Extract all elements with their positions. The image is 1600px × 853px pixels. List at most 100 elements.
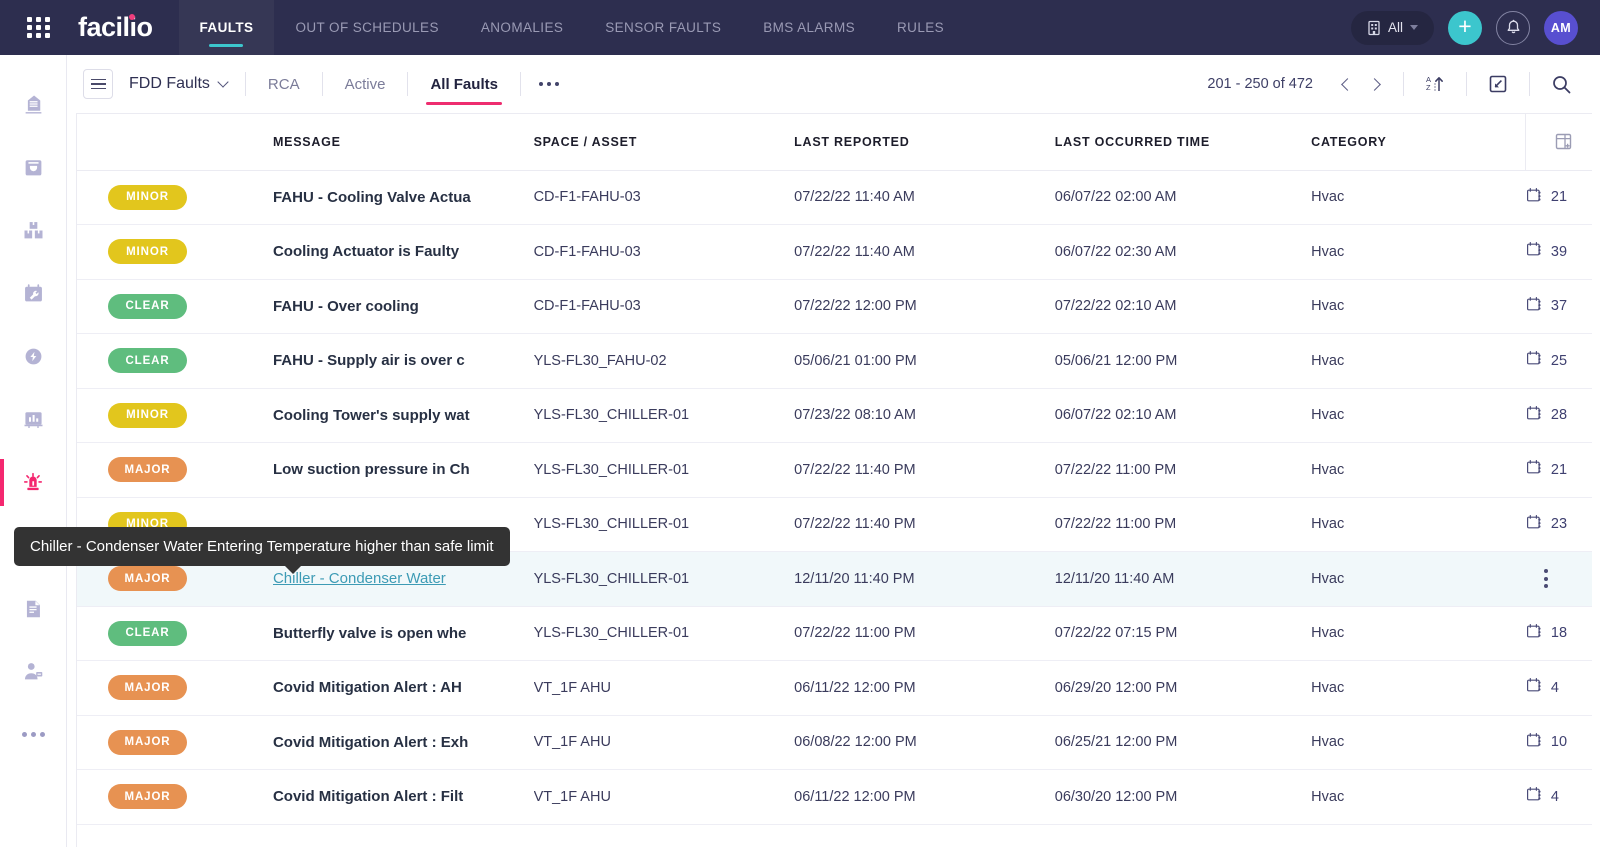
table-row[interactable]: MAJORCovid Mitigation Alert : AHVT_1F AH… <box>77 661 1600 716</box>
table-row[interactable]: MINORFAHU - Cooling Valve ActuaCD-F1-FAH… <box>77 170 1600 225</box>
message-text: Covid Mitigation Alert : Filt <box>273 788 463 805</box>
column-header-category[interactable]: CATEGORY <box>1311 114 1526 170</box>
sidebar-item-energy[interactable] <box>0 325 67 388</box>
site-selector[interactable]: All <box>1351 11 1434 45</box>
cell-space-asset: CD-F1-FAHU-03 <box>534 279 795 334</box>
divider <box>1529 72 1530 96</box>
table-row[interactable]: CLEARFAHU - Over coolingCD-F1-FAHU-0307/… <box>77 279 1600 334</box>
search-icon <box>1551 74 1572 95</box>
add-button[interactable]: + <box>1448 11 1482 45</box>
actions-wrapper: 23 <box>1526 514 1600 535</box>
calendar-event-icon <box>1526 296 1543 317</box>
cell-actions: 39 <box>1526 225 1600 280</box>
cell-last-reported: 12/11/20 11:40 PM <box>794 552 1055 607</box>
cell-space-asset: VT_1F AHU <box>534 661 795 716</box>
status-badge: MAJOR <box>108 566 187 591</box>
actions-wrapper: 4 <box>1526 786 1600 807</box>
add-column-button[interactable] <box>1526 114 1600 170</box>
sidebar-item-inventory[interactable] <box>0 199 67 262</box>
table-row[interactable]: CLEARFAHU - Supply air is over cYLS-FL30… <box>77 334 1600 389</box>
chevron-right-icon <box>1368 78 1381 91</box>
cell-space-asset: YLS-FL30_CHILLER-01 <box>534 606 795 661</box>
brand-logo[interactable]: facilio <box>78 12 153 43</box>
more-views-button[interactable] <box>539 82 560 87</box>
cell-category: Hvac <box>1311 715 1526 770</box>
cell-actions: 28 <box>1526 388 1600 443</box>
tab-active[interactable]: Active <box>341 76 390 93</box>
cell-message: Covid Mitigation Alert : Filt <box>273 770 534 825</box>
sidebar-toggle-button[interactable] <box>83 69 113 99</box>
cell-severity: MAJOR <box>77 661 273 716</box>
sidebar-item-invoices[interactable] <box>0 577 67 640</box>
tab-all-faults[interactable]: All Faults <box>426 76 502 93</box>
column-header-last-reported[interactable]: LAST REPORTED <box>794 114 1055 170</box>
table-row[interactable]: CLEARButterfly valve is open wheYLS-FL30… <box>77 606 1600 661</box>
tab-label: RCA <box>268 76 300 93</box>
avatar[interactable]: AM <box>1544 11 1578 45</box>
previous-page-button[interactable] <box>1331 69 1361 99</box>
cell-actions: 23 <box>1526 497 1600 552</box>
column-header-severity[interactable] <box>77 114 273 170</box>
cell-category: Hvac <box>1311 497 1526 552</box>
cell-message: Cooling Tower's supply wat <box>273 388 534 443</box>
brand-name: facilio <box>78 12 153 42</box>
table-row[interactable]: MAJORCovid Mitigation Alert : FiltVT_1F … <box>77 770 1600 825</box>
sidebar-item-maintenance[interactable] <box>0 262 67 325</box>
svg-text:Z: Z <box>1426 83 1431 92</box>
sidebar-item-inbox[interactable] <box>0 136 67 199</box>
cell-category: Hvac <box>1311 388 1526 443</box>
column-header-space-asset[interactable]: SPACE / ASSET <box>534 114 795 170</box>
nav-item-sensor-faults[interactable]: SENSOR FAULTS <box>584 0 742 55</box>
faults-table-container[interactable]: MESSAGE SPACE / ASSET LAST REPORTED LAST… <box>76 113 1600 853</box>
app-launcher-button[interactable] <box>0 0 78 55</box>
occurrence-count: 25 <box>1551 353 1567 369</box>
sidebar-item-analytics[interactable] <box>0 388 67 451</box>
next-page-button[interactable] <box>1361 69 1391 99</box>
sidebar-item-more[interactable] <box>0 703 67 766</box>
nav-item-anomalies[interactable]: ANOMALIES <box>460 0 584 55</box>
table-row[interactable]: MINORCooling Actuator is FaultyCD-F1-FAH… <box>77 225 1600 280</box>
sidebar-item-alarms[interactable] <box>0 451 67 514</box>
toolbar-actions: 201 - 250 of 472 A Z <box>1207 67 1580 101</box>
tab-rca[interactable]: RCA <box>264 76 304 93</box>
site-selector-label: All <box>1388 20 1403 35</box>
occurrence-count: 18 <box>1551 625 1567 641</box>
module-selector[interactable]: FDD Faults <box>129 75 227 93</box>
cell-last-occurred: 07/22/22 11:00 PM <box>1055 443 1311 498</box>
technician-badge-icon <box>20 658 47 685</box>
cell-message: Butterfly valve is open whe <box>273 606 534 661</box>
table-row[interactable]: MAJORLow suction pressure in ChYLS-FL30_… <box>77 443 1600 498</box>
left-sidebar <box>0 55 67 853</box>
sidebar-item-vendors[interactable] <box>0 640 67 703</box>
column-header-last-occurred-time[interactable]: LAST OCCURRED TIME <box>1055 114 1311 170</box>
pagination-range: 201 - 250 of 472 <box>1207 76 1313 92</box>
nav-item-bms-alarms[interactable]: BMS ALARMS <box>742 0 876 55</box>
export-button[interactable] <box>1479 67 1517 101</box>
cell-message: FAHU - Over cooling <box>273 279 534 334</box>
cell-last-occurred: 07/22/22 11:00 PM <box>1055 497 1311 552</box>
search-button[interactable] <box>1542 67 1580 101</box>
table-row[interactable]: MAJORCovid Mitigation Alert : ExhVT_1F A… <box>77 715 1600 770</box>
divider <box>407 72 408 96</box>
nav-item-out-of-schedules[interactable]: OUT OF SCHEDULES <box>274 0 459 55</box>
sidebar-item-buildings[interactable] <box>0 73 67 136</box>
vertical-dots-icon[interactable] <box>1526 569 1548 588</box>
cell-last-reported: 07/22/22 11:40 AM <box>794 170 1055 225</box>
column-header-message[interactable]: MESSAGE <box>273 114 534 170</box>
grid-apps-icon <box>27 17 51 38</box>
nav-item-faults[interactable]: FAULTS <box>179 0 275 55</box>
occurrence-count: 4 <box>1551 680 1559 696</box>
nav-item-label: ANOMALIES <box>481 20 563 35</box>
divider <box>1466 72 1467 96</box>
calendar-event-icon <box>1526 187 1543 208</box>
sort-button[interactable]: A Z <box>1416 67 1454 101</box>
message-tooltip: Chiller - Condenser Water Entering Tempe… <box>14 527 510 566</box>
notifications-button[interactable] <box>1496 11 1530 45</box>
nav-item-rules[interactable]: RULES <box>876 0 965 55</box>
primary-nav: FAULTS OUT OF SCHEDULES ANOMALIES SENSOR… <box>179 0 966 55</box>
actions-wrapper: 18 <box>1526 623 1600 644</box>
cell-last-occurred: 06/07/22 02:10 AM <box>1055 388 1311 443</box>
cell-space-asset: YLS-FL30_CHILLER-01 <box>534 388 795 443</box>
cell-last-occurred: 06/29/20 12:00 PM <box>1055 661 1311 716</box>
table-row[interactable]: MINORCooling Tower's supply watYLS-FL30_… <box>77 388 1600 443</box>
